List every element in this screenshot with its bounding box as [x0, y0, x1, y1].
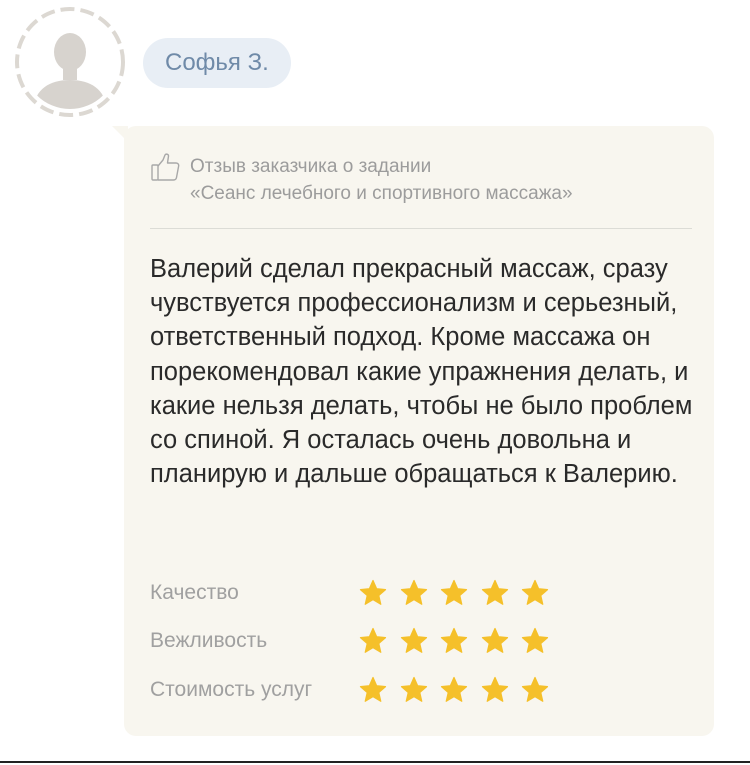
- star-icon: [399, 624, 440, 658]
- rating-label: Качество: [150, 581, 239, 604]
- rating-label: Стоимость услуг: [150, 678, 313, 701]
- user-silhouette-icon: [15, 7, 125, 117]
- star-icon: [520, 673, 561, 707]
- rating-row-price: Стоимость услуг: [150, 673, 690, 707]
- thumbs-up-icon: [150, 152, 182, 184]
- star-icon: [439, 673, 480, 707]
- star-icon: [439, 576, 480, 610]
- star-icon: [399, 673, 440, 707]
- star-icon: [358, 624, 399, 658]
- star-icon: [358, 576, 399, 610]
- divider: [150, 228, 692, 229]
- star-icon: [439, 624, 480, 658]
- star-rating: [358, 673, 561, 707]
- star-icon: [480, 624, 521, 658]
- review-task-link[interactable]: «Сеанс лечебного и спортивного массажа»: [190, 183, 573, 205]
- star-icon: [480, 576, 521, 610]
- star-rating: [358, 624, 561, 658]
- star-icon: [399, 576, 440, 610]
- star-rating: [358, 576, 561, 610]
- rating-row-quality: Качество: [150, 576, 690, 610]
- review-header-title: Отзыв заказчика о задании: [190, 156, 432, 177]
- star-icon: [520, 576, 561, 610]
- star-icon: [480, 673, 521, 707]
- bottom-divider: [0, 761, 750, 763]
- rating-row-politeness: Вежливость: [150, 624, 690, 658]
- avatar[interactable]: [14, 6, 126, 118]
- star-icon: [358, 673, 399, 707]
- review-text: Валерий сделал прекрасный массаж, сразу …: [150, 255, 693, 489]
- star-icon: [520, 624, 561, 658]
- review-card: Отзыв заказчика о задании «Сеанс лечебно…: [124, 126, 714, 736]
- author-name-chip[interactable]: Софья З.: [143, 38, 291, 88]
- rating-label: Вежливость: [150, 629, 268, 652]
